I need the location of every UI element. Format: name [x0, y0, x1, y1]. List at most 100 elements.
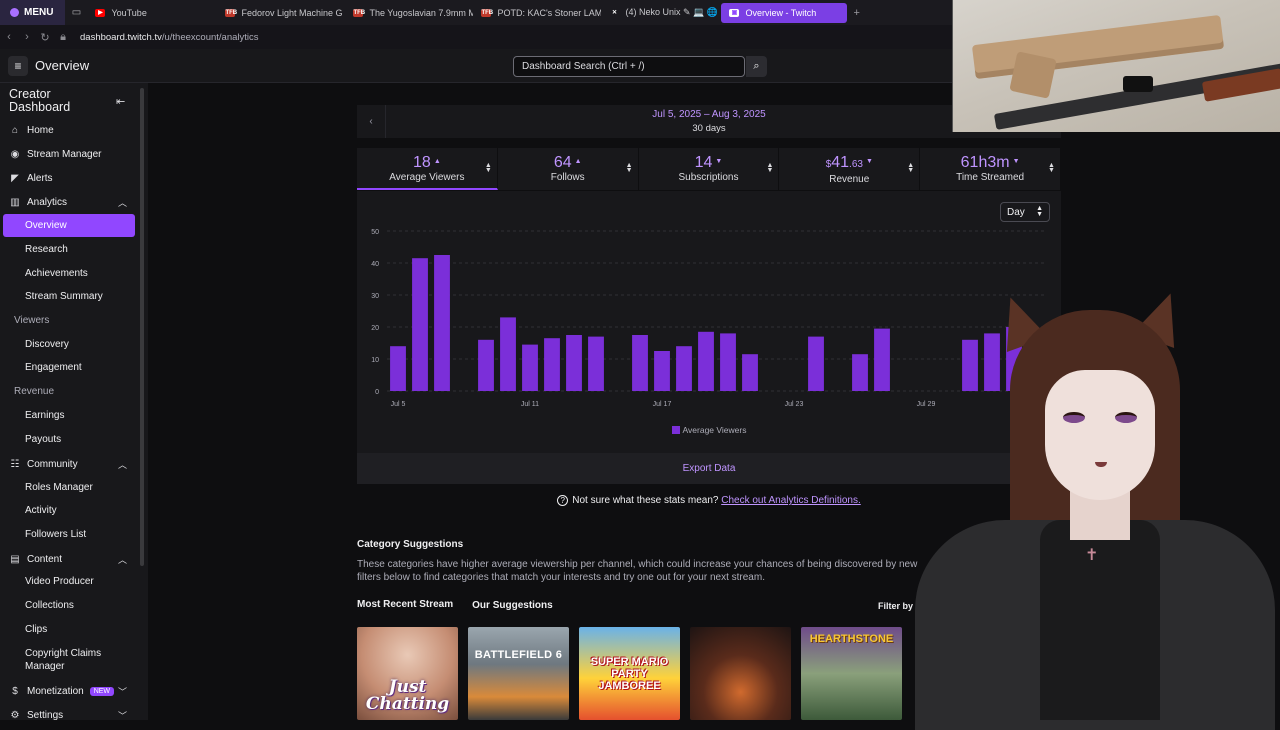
sidebar-item-stream-manager[interactable]: ◉ Stream Manager: [0, 148, 138, 160]
bar[interactable]: [478, 339, 494, 391]
category-tile-just-chatting[interactable]: Just Chatting: [357, 627, 458, 720]
sidebar-item-video-producer[interactable]: Video Producer: [25, 576, 94, 587]
bar[interactable]: [808, 336, 824, 391]
sidebar-item-overview[interactable]: Overview: [3, 214, 135, 237]
stat-time-streamed[interactable]: 61h3m ▼ Time Streamed ▲ ▼: [920, 148, 1061, 190]
tab-potd[interactable]: TFB POTD: KAC's Stoner LAM: [473, 0, 601, 25]
previous-period-icon[interactable]: ‹: [357, 105, 386, 138]
bar[interactable]: [412, 258, 428, 391]
back-icon[interactable]: ‹: [0, 31, 18, 43]
bar[interactable]: [654, 351, 670, 391]
bar[interactable]: [698, 331, 714, 391]
bar[interactable]: [566, 335, 582, 391]
sidebar-item-home[interactable]: ⌂ Home: [0, 124, 138, 136]
bar[interactable]: [742, 354, 758, 391]
sidebar-item-clips[interactable]: Clips: [25, 624, 47, 635]
sidebar-toggle-icon[interactable]: ▭: [65, 0, 87, 25]
tab-yugoslavian[interactable]: TFB The Yugoslavian 7.9mm M: [345, 0, 473, 25]
sidebar-item-stream-summary[interactable]: Stream Summary: [25, 291, 103, 302]
tfb-icon: TFB: [481, 8, 494, 17]
sidebar-item-community[interactable]: ☷ Community ︿: [0, 458, 138, 470]
stat-value: 41: [831, 154, 850, 171]
tab-neko-unix[interactable]: ✕ (4) Neko Unix ✎ 💻 🌐: [601, 0, 721, 25]
forward-icon[interactable]: ›: [18, 31, 36, 43]
creator-dashboard-sidebar: Creator Dashboard ⇤ ⌂ Home ◉ Stream Manage…: [0, 83, 148, 721]
sidebar-title: Creator Dashboard: [9, 88, 70, 114]
sidebar-item-copyright-claims-manager[interactable]: Copyright Claims Manager: [25, 647, 101, 673]
bar[interactable]: [544, 338, 560, 391]
rifle-image: [971, 14, 1225, 80]
sort-icon[interactable]: ▲ ▼: [626, 162, 633, 174]
analytics-definitions-link[interactable]: Check out Analytics Definitions.: [721, 495, 861, 506]
sidebar-item-settings[interactable]: ⚙ Settings ﹀: [0, 709, 138, 721]
rifle-image: [1009, 51, 1057, 99]
collapse-sidebar-icon[interactable]: ⇤: [116, 95, 125, 108]
sidebar-item-research[interactable]: Research: [25, 244, 68, 255]
sidebar-item-label: Copyright Claims: [25, 648, 102, 659]
bar[interactable]: [434, 255, 450, 391]
category-suggestions-desc: These categories have higher average vie…: [357, 559, 918, 583]
sidebar-item-achievements[interactable]: Achievements: [25, 268, 88, 279]
bar[interactable]: [676, 346, 692, 391]
browser-menu-button[interactable]: MENU: [0, 0, 66, 25]
legend-swatch: [671, 426, 680, 434]
stat-follows[interactable]: 64 ▲ Follows ▲ ▼: [498, 148, 639, 190]
tab-label: Overview - Twitch: [745, 7, 817, 18]
url-field[interactable]: dashboard.twitch.tv/u/theexcount/analyti…: [80, 32, 259, 43]
sidebar-item-followers-list[interactable]: Followers List: [25, 529, 86, 540]
sidebar-item-discovery[interactable]: Discovery: [25, 339, 69, 350]
bar[interactable]: [500, 317, 516, 391]
sort-icon[interactable]: ▲ ▼: [485, 162, 492, 174]
category-tile-hearthstone[interactable]: HEARTHSTONE: [801, 627, 902, 720]
sidebar-scrollbar[interactable]: [140, 88, 144, 566]
tab-fedorov[interactable]: TFB Fedorov Light Machine G: [217, 0, 345, 25]
tab-overview-twitch[interactable]: ▣ Overview - Twitch: [721, 2, 848, 23]
stat-average-viewers[interactable]: 18 ▲ Average Viewers ▲ ▼: [357, 148, 498, 190]
bar[interactable]: [720, 333, 736, 391]
sidebar-item-alerts[interactable]: ◤ Alerts: [0, 172, 138, 184]
hamburger-menu-icon[interactable]: ≡: [8, 55, 28, 76]
sidebar-title-line: Dashboard: [9, 100, 71, 114]
stat-label: Time Streamed: [956, 172, 1025, 183]
category-tile-dark-game[interactable]: [690, 627, 791, 720]
sort-icon[interactable]: ▲ ▼: [766, 162, 773, 174]
sidebar-item-engagement[interactable]: Engagement: [25, 362, 82, 373]
search-icon[interactable]: ⌕: [746, 56, 767, 77]
broadcast-icon: ◉: [10, 148, 20, 160]
stat-value: 14: [694, 154, 713, 171]
sidebar-item-content[interactable]: ▤ Content ︿: [0, 553, 138, 565]
y-tick-label: 10: [371, 357, 379, 364]
reload-icon[interactable]: ↻: [36, 31, 54, 44]
tab-label: (4) Neko Unix ✎ 💻 🌐: [625, 7, 718, 17]
sidebar-item-label: Stream Manager: [27, 148, 102, 160]
sidebar-item-payouts[interactable]: Payouts: [25, 434, 61, 445]
sidebar-item-label: Community: [27, 458, 78, 470]
category-tile-battlefield-6[interactable]: BATTLEFIELD 6: [468, 627, 569, 720]
bar[interactable]: [588, 336, 604, 391]
bar[interactable]: [852, 354, 868, 391]
home-icon: ⌂: [11, 124, 19, 136]
tab-most-recent-stream[interactable]: Most Recent Stream: [357, 599, 453, 611]
sidebar-item-collections[interactable]: Collections: [25, 600, 74, 611]
bar[interactable]: [390, 346, 406, 391]
x-tick-label: Jul 5: [391, 401, 406, 408]
bar[interactable]: [522, 344, 538, 391]
sidebar-item-roles-manager[interactable]: Roles Manager: [25, 482, 93, 493]
stat-subscriptions[interactable]: 14 ▼ Subscriptions ▲ ▼: [639, 148, 780, 190]
tab-youtube[interactable]: ▶ YouTube: [87, 0, 217, 25]
category-tile-mario-party[interactable]: SUPER MARIO PARTY JAMBOREE: [579, 627, 680, 720]
bar[interactable]: [874, 328, 890, 391]
sidebar-item-monetization[interactable]: $ Monetization NEW ﹀: [0, 685, 138, 697]
bar[interactable]: [632, 335, 648, 391]
sort-icon[interactable]: ▲ ▼: [1048, 162, 1055, 174]
select-arrows-icon: ▲ ▼: [1036, 205, 1043, 218]
tab-our-suggestions[interactable]: Our Suggestions: [472, 600, 553, 611]
sidebar-item-analytics[interactable]: ▥ Analytics ︿: [0, 196, 138, 208]
dashboard-search-input[interactable]: Dashboard Search (Ctrl + /): [513, 56, 745, 77]
sidebar-item-earnings[interactable]: Earnings: [25, 410, 64, 421]
new-tab-icon[interactable]: +: [853, 7, 859, 19]
granularity-select[interactable]: Day ▲ ▼: [1000, 202, 1050, 222]
sidebar-item-activity[interactable]: Activity: [25, 505, 57, 516]
sort-icon[interactable]: ▲ ▼: [907, 162, 914, 174]
stat-revenue[interactable]: $41.63 ▼ Revenue ▲ ▼: [779, 148, 921, 190]
